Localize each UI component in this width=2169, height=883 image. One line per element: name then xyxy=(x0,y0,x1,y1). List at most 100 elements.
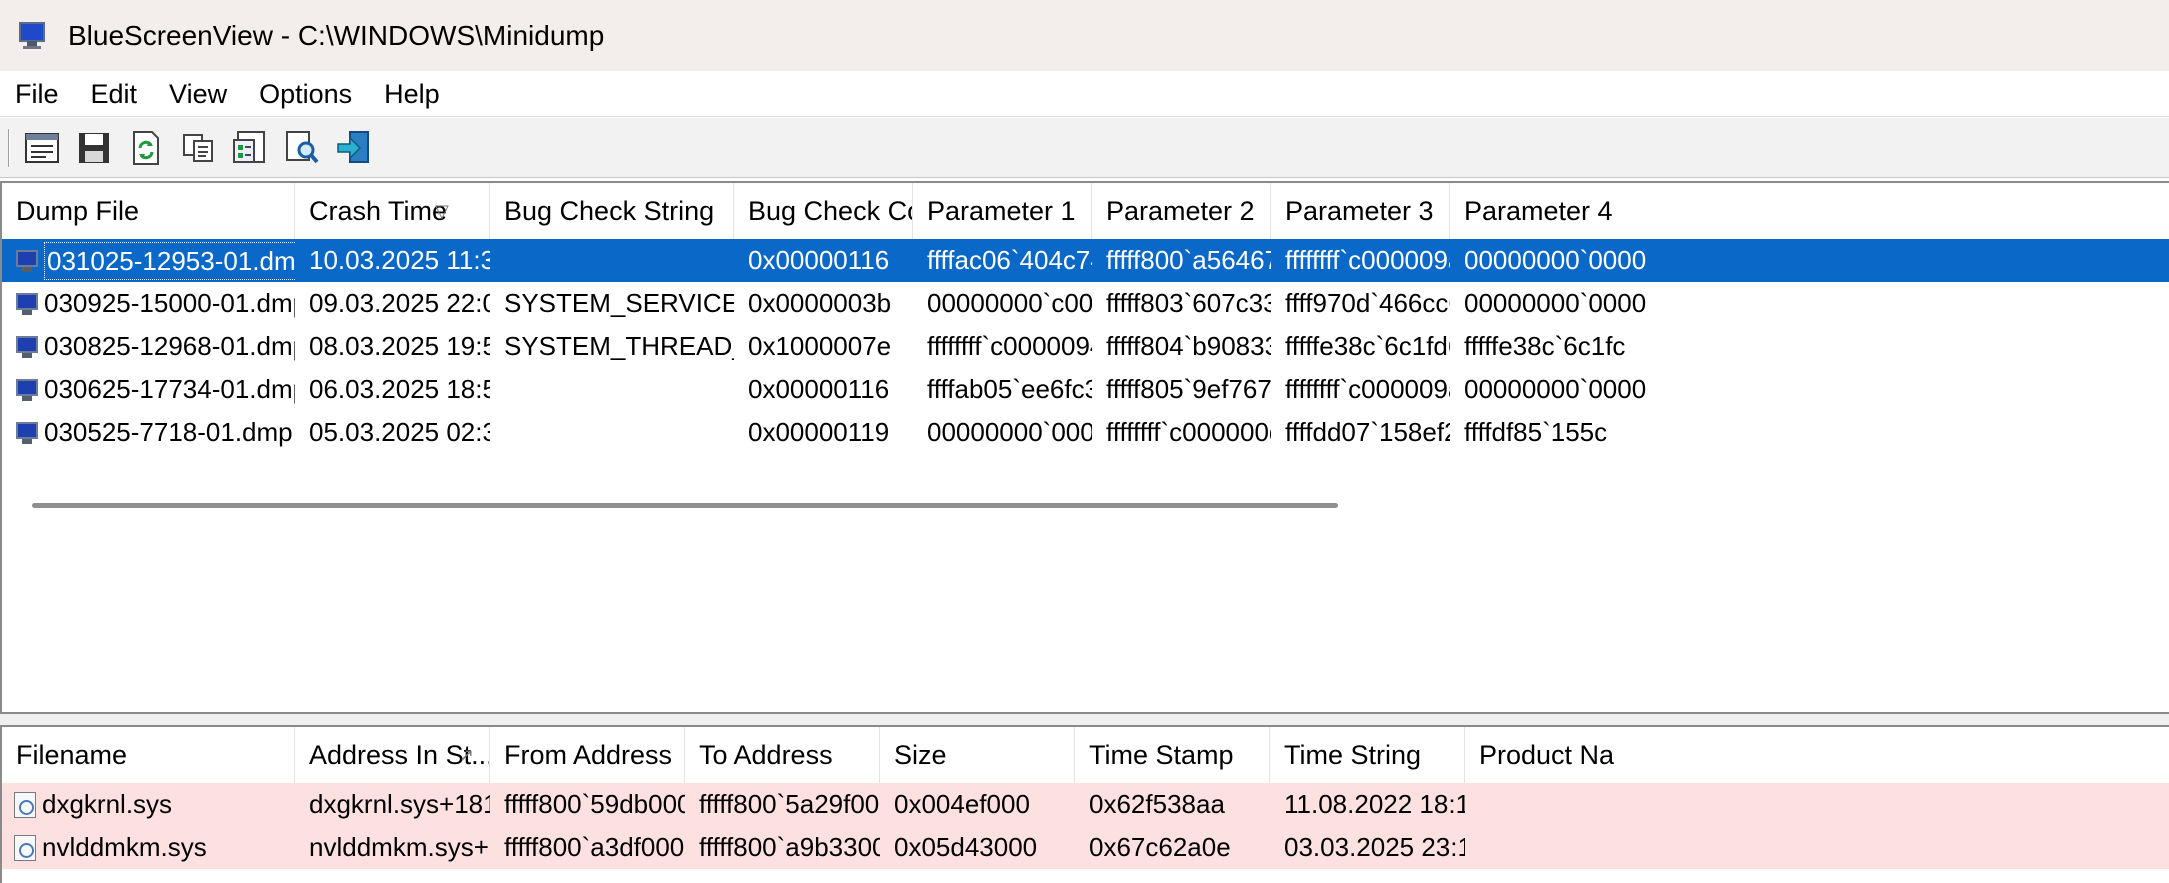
column-parameter-4[interactable]: Parameter 4 xyxy=(1450,183,1750,239)
parameter-2-cell: fffff800`a5646790 xyxy=(1106,245,1271,275)
time-stamp-cell: 0x62f538aa xyxy=(1089,789,1225,819)
dump-file-name: 030525-7718-01.dmp xyxy=(44,417,293,447)
advanced-options-icon[interactable] xyxy=(230,128,270,168)
dump-list-pane[interactable]: Dump File Crash Time ▽ Bug Check String B… xyxy=(0,181,2169,714)
column-product-name[interactable]: Product Na xyxy=(1465,727,1765,783)
dump-file-icon xyxy=(14,378,40,402)
column-dump-file[interactable]: Dump File xyxy=(2,183,295,239)
driver-file-icon xyxy=(14,834,36,861)
table-row[interactable]: 030525-7718-01.dmp 05.03.2025 02:31:44 0… xyxy=(2,411,2169,454)
column-time-stamp[interactable]: Time Stamp xyxy=(1075,727,1270,783)
dump-file-name: 030825-12968-01.dmp xyxy=(44,331,295,361)
size-cell: 0x004ef000 xyxy=(894,789,1030,819)
parameter-4-cell: ffffdf85`155c xyxy=(1464,417,1608,447)
menu-file[interactable]: File xyxy=(0,71,76,117)
bug-check-string-cell: SYSTEM_SERVICE_EXCE... xyxy=(504,288,734,318)
crash-time-cell: 09.03.2025 22:01:28 xyxy=(309,288,490,318)
properties-icon[interactable] xyxy=(22,128,62,168)
column-address-in-stack[interactable]: Address In St... ↗ xyxy=(295,727,490,783)
pane-splitter[interactable] xyxy=(0,714,2169,725)
column-from-address[interactable]: From Address xyxy=(490,727,685,783)
column-crash-time[interactable]: Crash Time ▽ xyxy=(295,183,490,239)
time-string-cell: 11.08.2022 18:13:14 xyxy=(1284,789,1465,819)
driver-file-icon xyxy=(14,791,36,818)
column-parameter-1[interactable]: Parameter 1 xyxy=(913,183,1092,239)
parameter-2-cell: fffff805`9ef76790 xyxy=(1106,374,1271,404)
bug-check-code-cell: 0x00000119 xyxy=(748,417,890,447)
parameter-1-cell: 00000000`000000... xyxy=(927,417,1092,447)
column-parameter-3[interactable]: Parameter 3 xyxy=(1271,183,1450,239)
to-address-cell: fffff800`5a29f000 xyxy=(699,789,880,819)
bug-check-code-cell: 0x1000007e xyxy=(748,331,892,361)
column-parameter-2[interactable]: Parameter 2 xyxy=(1092,183,1271,239)
table-row[interactable]: 030625-17734-01.dmp 06.03.2025 18:53:23 … xyxy=(2,368,2169,411)
copy-icon[interactable] xyxy=(178,128,218,168)
app-icon xyxy=(18,21,48,51)
size-cell: 0x05d43000 xyxy=(894,832,1038,862)
driver-filename: nvlddmkm.sys xyxy=(42,832,207,862)
parameter-2-cell: fffff804`b90833ba xyxy=(1106,331,1271,361)
parameter-3-cell: ffff970d`466cc6b0 xyxy=(1285,288,1450,318)
driver-list-header: Filename Address In St... ↗ From Address … xyxy=(2,727,2169,783)
toolbar-grip xyxy=(8,128,10,167)
menu-edit[interactable]: Edit xyxy=(76,71,155,117)
bug-check-code-cell: 0x00000116 xyxy=(748,374,890,404)
bug-check-code-cell: 0x0000003b xyxy=(748,288,892,318)
crash-time-cell: 06.03.2025 18:53:23 xyxy=(309,374,490,404)
address-in-stack-cell: dxgkrnl.sys+1815ad xyxy=(309,789,490,819)
driver-list-rows: dxgkrnl.sys dxgkrnl.sys+1815ad fffff800`… xyxy=(2,783,2169,869)
crash-time-cell: 05.03.2025 02:31:44 xyxy=(309,417,490,447)
crash-time-cell: 10.03.2025 11:37:14 xyxy=(309,245,490,275)
column-bug-check-string[interactable]: Bug Check String xyxy=(490,183,734,239)
parameter-1-cell: ffffffff`c0000094 xyxy=(927,331,1092,361)
table-row[interactable]: 031025-12953-01.dmp 10.03.2025 11:37:14 … xyxy=(2,239,2169,282)
bug-check-string-cell xyxy=(490,411,734,454)
bug-check-string-cell xyxy=(490,368,734,411)
dump-file-cell: 030525-7718-01.dmp xyxy=(2,411,295,454)
address-in-stack-cell: nvlddmkm.sys+18... xyxy=(309,832,490,862)
parameter-4-cell: fffffe38c`6c1fc xyxy=(1464,331,1626,361)
bug-check-string-cell: SYSTEM_THREAD_EXCE... xyxy=(504,331,734,361)
from-address-cell: fffff800`a3df0000 xyxy=(504,832,685,862)
table-row[interactable]: 030925-15000-01.dmp 09.03.2025 22:01:28 … xyxy=(2,282,2169,325)
table-row[interactable]: dxgkrnl.sys dxgkrnl.sys+1815ad fffff800`… xyxy=(2,783,2169,826)
refresh-icon[interactable] xyxy=(126,128,166,168)
dump-file-cell: 030925-15000-01.dmp xyxy=(2,282,295,325)
dump-file-icon xyxy=(14,421,40,445)
parameter-3-cell: ffffffff`c000009a xyxy=(1285,245,1450,275)
sort-descending-icon: ▽ xyxy=(435,201,449,221)
driver-list-pane[interactable]: Filename Address In St... ↗ From Address … xyxy=(0,725,2169,883)
column-to-address[interactable]: To Address xyxy=(685,727,880,783)
bug-check-string-cell xyxy=(490,239,734,282)
table-row[interactable]: nvlddmkm.sys nvlddmkm.sys+18... fffff800… xyxy=(2,826,2169,869)
dump-file-name: 030925-15000-01.dmp xyxy=(44,288,295,318)
horizontal-scrollbar-thumb[interactable] xyxy=(32,503,1338,508)
dump-file-cell: 030825-12968-01.dmp xyxy=(2,325,295,368)
column-crash-time-label: Crash Time xyxy=(309,196,448,226)
column-bug-check-code[interactable]: Bug Check Code xyxy=(734,183,913,239)
dump-file-name: 030625-17734-01.dmp xyxy=(44,374,295,404)
dump-file-name: 031025-12953-01.dmp xyxy=(44,241,295,280)
time-stamp-cell: 0x67c62a0e xyxy=(1089,832,1231,862)
column-filename[interactable]: Filename xyxy=(2,727,295,783)
parameter-3-cell: fffffe38c`6c1fd658 xyxy=(1285,331,1450,361)
parameter-2-cell: ffffffff`c000000d xyxy=(1106,417,1271,447)
column-time-string[interactable]: Time String xyxy=(1270,727,1465,783)
dump-list-rows: 031025-12953-01.dmp 10.03.2025 11:37:14 … xyxy=(2,239,2169,454)
filename-cell: nvlddmkm.sys xyxy=(2,826,295,869)
parameter-3-cell: ffffffff`c000009a xyxy=(1285,374,1450,404)
table-row[interactable]: 030825-12968-01.dmp 08.03.2025 19:58:07 … xyxy=(2,325,2169,368)
menu-view[interactable]: View xyxy=(154,71,244,117)
crash-time-cell: 08.03.2025 19:58:07 xyxy=(309,331,490,361)
product-name-cell xyxy=(1465,826,1765,869)
find-icon[interactable] xyxy=(282,128,322,168)
exit-icon[interactable] xyxy=(334,128,374,168)
menu-options[interactable]: Options xyxy=(244,71,369,117)
column-size[interactable]: Size xyxy=(880,727,1075,783)
save-icon[interactable] xyxy=(74,128,114,168)
parameter-1-cell: ffffab05`ee6fc310 xyxy=(927,374,1092,404)
menu-bar: File Edit View Options Help xyxy=(0,71,2169,117)
from-address-cell: fffff800`59db0000 xyxy=(504,789,685,819)
parameter-1-cell: 00000000`c00000... xyxy=(927,288,1092,318)
menu-help[interactable]: Help xyxy=(369,71,457,117)
